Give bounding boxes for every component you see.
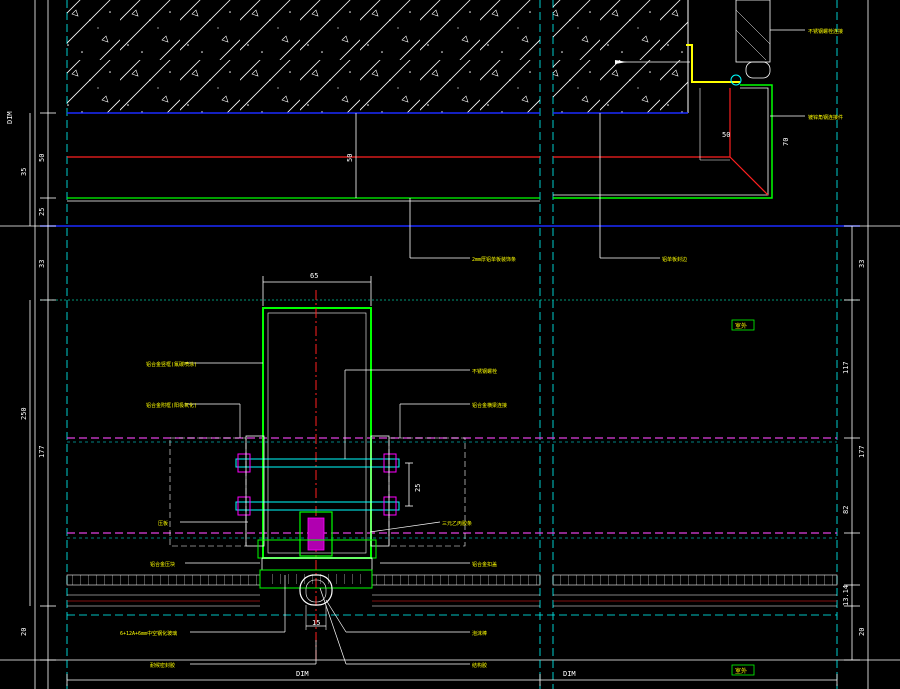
dim-left-177: 177	[38, 445, 46, 458]
label-mullion-left-1: 铝合金竖框(氟碳喷涂)	[146, 361, 197, 368]
dim-right-33: 33	[858, 260, 866, 268]
label-mullion-right-2: 铝合金横梁连接	[472, 402, 507, 409]
dim-right-117: 117	[842, 361, 850, 374]
leader-labels: 不锈钢螺栓连接 镀锌角钢连接件 2mm厚铝单板装饰条 铝单板封边 铝合金竖框(氟…	[120, 28, 843, 669]
label-pressure-right: 三元乙丙胶条	[442, 520, 472, 527]
label-ceiling-right: 铝单板封边	[662, 256, 687, 263]
transom-lines	[67, 437, 837, 534]
label-pressure-right-2: 铝合金扣盖	[472, 561, 497, 568]
outdoor-tag-bottom: 室外	[731, 664, 755, 676]
dim-left-50: 50	[38, 154, 46, 162]
concrete-slab-left	[67, 0, 540, 113]
dim-mullion-65: 65	[310, 272, 318, 280]
dimension-texts: DIM 35 50 25 33 250 177 20 33 117 177 82…	[6, 111, 866, 678]
dim-bottom-left: DIM	[296, 670, 309, 678]
label-ceiling-bottom: 2mm厚铝单板装饰条	[472, 256, 516, 263]
concrete-slab-right	[553, 0, 689, 113]
label-sealant-left: 耐候密封胶	[150, 662, 175, 669]
dim-left-20: 20	[20, 628, 28, 636]
outdoor-tag-bottom-text: 室外	[735, 667, 747, 675]
dim-left-total-top: DIM	[6, 111, 14, 124]
left-dimension-chain	[29, 0, 56, 689]
label-slab-top-right: 不锈钢螺栓连接	[808, 28, 843, 35]
label-mullion-left-2: 铝合金附框(阳极氧化)	[146, 402, 197, 409]
dim-right-20: 20	[858, 628, 866, 636]
leader-lines	[180, 29, 805, 665]
dim-left-33: 33	[38, 260, 46, 268]
glass-panel-middle	[371, 574, 541, 607]
level-lines	[40, 112, 860, 227]
mullion-section	[169, 290, 466, 660]
label-angle-right: 镀锌角钢连接件	[808, 114, 843, 121]
bottom-dimension	[66, 674, 838, 686]
dim-right-177: 177	[858, 445, 866, 458]
label-pressure-left-2: 铝合金压块	[150, 561, 175, 568]
label-mullion-right-1: 不锈钢螺栓	[472, 368, 497, 375]
ceiling-panel-left	[67, 113, 540, 259]
dim-left-250: 250	[20, 407, 28, 420]
dim-left-25: 25	[38, 208, 46, 216]
dim-right-82: 82	[842, 506, 850, 514]
dim-gasket-15: 15	[312, 619, 320, 627]
label-sealant-right: 结构胶	[472, 662, 487, 669]
glass-panel-right	[552, 574, 838, 607]
outdoor-tag-top-text: 室外	[735, 322, 747, 330]
dim-angle-70: 70	[782, 138, 790, 146]
dim-bolt-25: 25	[414, 484, 422, 492]
mullion-width-dimension	[262, 276, 413, 627]
dim-right-small: 13.14	[842, 585, 850, 606]
outdoor-tag-top: 室外	[731, 319, 755, 331]
cad-drawing-canvas: DIM 35 50 25 33 250 177 20 33 117 177 82…	[0, 0, 900, 689]
dim-slab-50: 50	[346, 154, 354, 162]
dim-angle-50: 50	[722, 131, 730, 139]
glass-panel-left	[66, 574, 261, 607]
label-glass-spec: 6+12A+6mm中空钢化玻璃	[120, 630, 177, 637]
dim-bottom-right: DIM	[563, 670, 576, 678]
dim-left-35: 35	[20, 168, 28, 176]
label-pressure-left: 压板	[158, 520, 168, 527]
label-foam-right: 泡沫棒	[472, 630, 487, 637]
